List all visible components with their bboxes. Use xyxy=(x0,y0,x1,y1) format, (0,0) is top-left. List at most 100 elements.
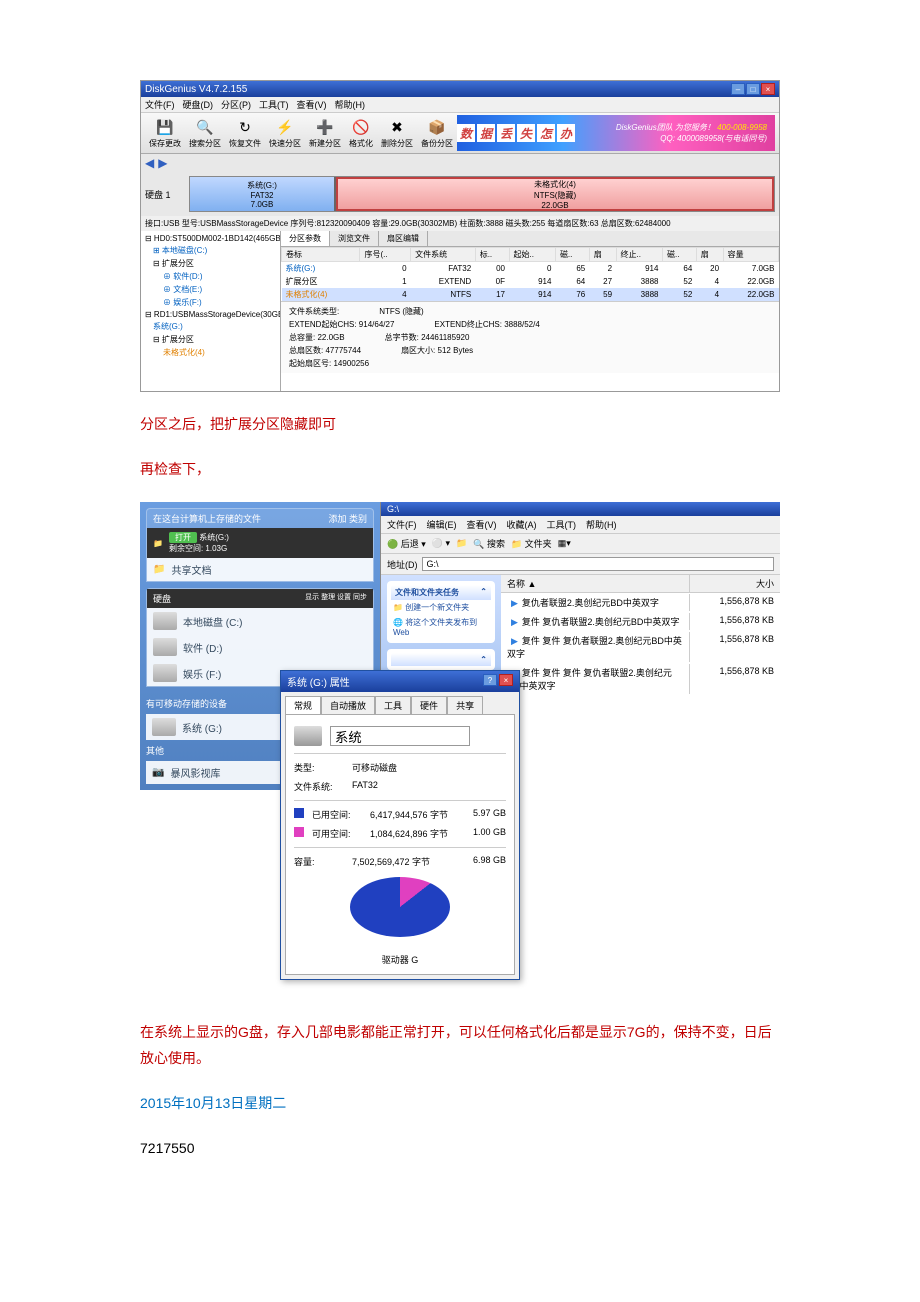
delete-icon: ✖ xyxy=(387,118,407,138)
tree-item[interactable]: 未格式化(4) xyxy=(143,346,278,359)
col-fs[interactable]: 文件系统 xyxy=(411,248,476,262)
explorer-title: G:\ xyxy=(381,502,780,516)
help-button[interactable]: ? xyxy=(483,674,497,686)
tree-item[interactable]: ⊕ 软件(D:) xyxy=(143,270,278,283)
close-button[interactable]: × xyxy=(499,674,513,686)
dg-diskbar: 硬盘 1 系统(G:) FAT32 7.0GB 未格式化(4) NTFS(隐藏)… xyxy=(141,172,779,216)
nav-fwd-icon[interactable]: ▶ xyxy=(158,156,167,170)
up-button[interactable]: 📁 xyxy=(456,538,467,549)
tool-recover[interactable]: ↻恢复文件 xyxy=(225,116,265,151)
banner-char: 怎 xyxy=(537,124,555,142)
tree-item[interactable]: ⊕ 文档(E:) xyxy=(143,283,278,296)
tool-save[interactable]: 💾保存更改 xyxy=(145,116,185,151)
table-row[interactable]: 扩展分区1EXTEND0F9146427388852422.0GB xyxy=(282,275,779,288)
tab-sector[interactable]: 扇区编辑 xyxy=(379,231,428,246)
col-sec1[interactable]: 扇 xyxy=(589,248,616,262)
col-flag[interactable]: 标.. xyxy=(475,248,509,262)
col-cap[interactable]: 容量 xyxy=(723,248,778,262)
format-icon: 🚫 xyxy=(351,118,371,138)
menu-disk[interactable]: 硬盘(D) xyxy=(183,98,214,111)
col-sec2[interactable]: 扇 xyxy=(696,248,723,262)
col-label[interactable]: 卷标 xyxy=(282,248,360,262)
file-row[interactable]: ▶复件 复件 复仇者联盟2.奥创纪元BD中英双字1,556,878 KB xyxy=(501,631,780,663)
menu-tools[interactable]: 工具(T) xyxy=(259,98,289,111)
col-end[interactable]: 终止.. xyxy=(616,248,662,262)
menu-help[interactable]: 帮助(H) xyxy=(586,518,617,531)
menu-help[interactable]: 帮助(H) xyxy=(335,98,366,111)
panel-action[interactable]: 类别 xyxy=(349,514,367,524)
drive-icon xyxy=(294,726,322,746)
open-button[interactable]: 打开 xyxy=(169,532,197,543)
views-button[interactable]: ▦▾ xyxy=(558,538,571,549)
drive-name-input[interactable] xyxy=(330,726,470,746)
col-name[interactable]: 名称 ▲ xyxy=(501,575,690,592)
menu-fav[interactable]: 收藏(A) xyxy=(507,518,537,531)
tab-browse[interactable]: 浏览文件 xyxy=(330,231,379,246)
partition-map[interactable]: 系统(G:) FAT32 7.0GB 未格式化(4) NTFS(隐藏) 22.0… xyxy=(189,176,775,212)
close-button[interactable]: × xyxy=(761,83,775,95)
video-icon: ▶ xyxy=(507,598,522,608)
col-start[interactable]: 起始.. xyxy=(509,248,555,262)
panel-action[interactable]: 添加 xyxy=(328,514,346,524)
partition-system[interactable]: 系统(G:) FAT32 7.0GB xyxy=(190,177,336,211)
tab-share[interactable]: 共享 xyxy=(447,696,483,714)
tool-delete[interactable]: ✖删除分区 xyxy=(377,116,417,151)
menu-edit[interactable]: 编辑(E) xyxy=(427,518,457,531)
tool-quickpart[interactable]: ⚡快速分区 xyxy=(265,116,305,151)
menu-view[interactable]: 查看(V) xyxy=(297,98,327,111)
tree-item[interactable]: ⊟ RD1:USBMassStorageDevice(30GB) xyxy=(143,309,278,320)
back-button[interactable]: 🟢 后退 ▾ xyxy=(387,537,426,550)
table-row[interactable]: 系统(G:)0FAT3200065291464207.0GB xyxy=(282,262,779,276)
file-row[interactable]: ▶复仇者联盟2.奥创纪元BD中英双字1,556,878 KB xyxy=(501,593,780,612)
folders-button[interactable]: 📁 文件夹 xyxy=(511,537,552,550)
doc-text-2: 再检查下， xyxy=(140,457,780,482)
tab-autoplay[interactable]: 自动播放 xyxy=(321,696,375,714)
col-size[interactable]: 大小 xyxy=(690,575,780,592)
minimize-button[interactable]: – xyxy=(731,83,745,95)
disk-item[interactable]: 软件 (D:) xyxy=(147,634,373,660)
address-input[interactable] xyxy=(422,557,775,571)
tab-tools[interactable]: 工具 xyxy=(375,696,411,714)
tree-item[interactable]: ⊞ 本地磁盘(C:) xyxy=(143,244,278,257)
tree-item[interactable]: ⊟ 扩展分区 xyxy=(143,333,278,346)
menu-partition[interactable]: 分区(P) xyxy=(221,98,251,111)
col-seq[interactable]: 序号(.. xyxy=(360,248,411,262)
disk-icon xyxy=(153,612,177,630)
fwd-button[interactable]: ⚪ ▾ xyxy=(432,538,450,549)
maximize-button[interactable]: □ xyxy=(746,83,760,95)
collapse-icon[interactable]: ⌃ xyxy=(480,587,487,598)
tree-item[interactable]: ⊟ 扩展分区 xyxy=(143,257,278,270)
tool-newpart[interactable]: ➕新建分区 xyxy=(305,116,345,151)
partition-unformatted[interactable]: 未格式化(4) NTFS(隐藏) 22.0GB xyxy=(336,177,774,211)
menu-file[interactable]: 文件(F) xyxy=(387,518,417,531)
tab-hardware[interactable]: 硬件 xyxy=(411,696,447,714)
banner-char: 丢 xyxy=(497,124,515,142)
tab-general[interactable]: 常规 xyxy=(285,696,321,714)
file-row[interactable]: ▶复件 复仇者联盟2.奥创纪元BD中英双字1,556,878 KB xyxy=(501,612,780,631)
panel-hdr-storage: 在这台计算机上存储的文件 xyxy=(153,512,261,525)
partition-table: 卷标 序号(.. 文件系统 标.. 起始.. 磁.. 扇 终止.. 磁.. 扇 … xyxy=(281,247,779,301)
task-publish[interactable]: 🌐 将这个文件夹发布到 Web xyxy=(391,615,491,639)
tool-search[interactable]: 🔍搜索分区 xyxy=(185,116,225,151)
tab-params[interactable]: 分区参数 xyxy=(281,231,330,246)
tool-format[interactable]: 🚫格式化 xyxy=(345,116,377,151)
task-new-folder[interactable]: 📁 创建一个新文件夹 xyxy=(391,600,491,615)
tree-item[interactable]: 系统(G:) xyxy=(143,320,278,333)
nav-back-icon[interactable]: ◀ xyxy=(145,156,154,170)
disk-tree[interactable]: ⊟ HD0:ST500DM002-1BD142(465GB) ⊞ 本地磁盘(C:… xyxy=(141,231,281,391)
menu-view[interactable]: 查看(V) xyxy=(467,518,497,531)
table-row[interactable]: 未格式化(4)4NTFS179147659388852422.0GB xyxy=(282,288,779,301)
shared-docs[interactable]: 共享文档 xyxy=(171,562,211,577)
col-head1[interactable]: 磁.. xyxy=(555,248,589,262)
collapse-icon[interactable]: ⌃ xyxy=(480,655,487,664)
disk-item[interactable]: 本地磁盘 (C:) xyxy=(147,608,373,634)
tree-item[interactable]: ⊟ HD0:ST500DM002-1BD142(465GB) xyxy=(143,233,278,244)
search-button[interactable]: 🔍 搜索 xyxy=(473,537,505,550)
menu-tools[interactable]: 工具(T) xyxy=(547,518,577,531)
file-row[interactable]: ▶复件 复件 复件 复仇者联盟2.奥创纪元BD中英双字1,556,878 KB xyxy=(501,663,780,695)
menu-file[interactable]: 文件(F) xyxy=(145,98,175,111)
explorer-toolbar: 🟢 后退 ▾ ⚪ ▾ 📁 🔍 搜索 📁 文件夹 ▦▾ xyxy=(381,534,780,554)
tool-backup[interactable]: 📦备份分区 xyxy=(417,116,457,151)
tree-item[interactable]: ⊕ 娱乐(F:) xyxy=(143,296,278,309)
col-head2[interactable]: 磁.. xyxy=(662,248,696,262)
